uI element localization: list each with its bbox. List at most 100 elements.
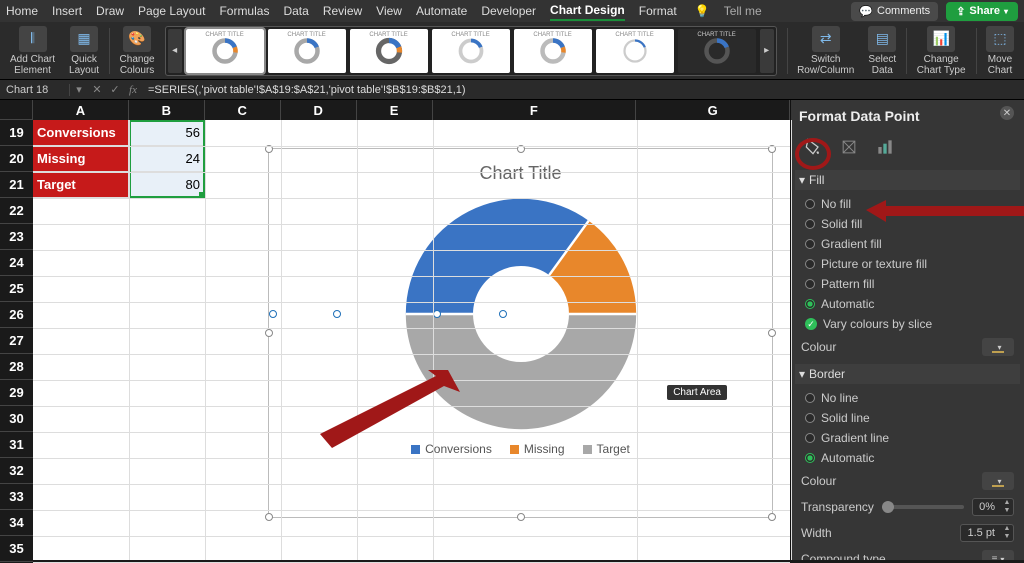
row-header-20[interactable]: 20 (0, 146, 33, 172)
tab-page-layout[interactable]: Page Layout (138, 2, 205, 20)
cell-grid[interactable]: Conversions 56 Missing 24 Target 80 Char… (33, 120, 790, 560)
row-header-33[interactable]: 33 (0, 484, 33, 510)
col-header-c[interactable]: C (205, 100, 281, 120)
fill-picture[interactable]: Picture or texture fill (799, 254, 1016, 274)
move-chart-button[interactable]: ⬚Move Chart (982, 24, 1018, 78)
col-header-g[interactable]: G (636, 100, 790, 120)
tab-review[interactable]: Review (323, 2, 362, 20)
border-no-line[interactable]: No line (799, 388, 1016, 408)
row-header-23[interactable]: 23 (0, 224, 33, 250)
tab-format[interactable]: Format (639, 2, 677, 20)
name-box[interactable]: Chart 18 (0, 84, 70, 96)
change-colours-button[interactable]: 🎨Change Colours (116, 24, 159, 78)
row-header-35[interactable]: 35 (0, 536, 33, 562)
row-header-30[interactable]: 30 (0, 406, 33, 432)
quick-layout-button[interactable]: ▦Quick Layout (65, 24, 103, 78)
cell-a19[interactable]: Conversions (33, 120, 129, 146)
fx-enter[interactable]: ✓ (106, 83, 124, 96)
share-button[interactable]: ⇪Share▾ (946, 2, 1018, 21)
row-header-31[interactable]: 31 (0, 432, 33, 458)
compound-type-picker[interactable]: ≡ (982, 550, 1014, 560)
tab-chart-design[interactable]: Chart Design (550, 1, 625, 21)
cell-b20[interactable]: 24 (129, 146, 205, 172)
effects-tab-icon[interactable] (837, 136, 861, 158)
datapoint-handle[interactable] (333, 310, 341, 318)
row-header-19[interactable]: 19 (0, 120, 33, 146)
border-colour-picker[interactable] (982, 472, 1014, 490)
fill-pattern[interactable]: Pattern fill (799, 274, 1016, 294)
panel-close-button[interactable]: ✕ (1000, 106, 1014, 120)
chart-style-7[interactable]: CHART TITLE (678, 29, 756, 73)
change-chart-type-button[interactable]: 📊Change Chart Type (913, 24, 970, 78)
tab-formulas[interactable]: Formulas (219, 2, 269, 20)
chart-style-6[interactable]: CHART TITLE (596, 29, 674, 73)
fill-colour-picker[interactable] (982, 338, 1014, 356)
tab-automate[interactable]: Automate (416, 2, 467, 20)
datapoint-handle[interactable] (269, 310, 277, 318)
fx-cancel[interactable]: ✕ (88, 83, 106, 96)
tab-home[interactable]: Home (6, 2, 38, 20)
chart-style-4[interactable]: CHART TITLE (432, 29, 510, 73)
chart-style-3[interactable]: CHART TITLE (350, 29, 428, 73)
vary-colours-checkbox[interactable]: ✓Vary colours by slice (799, 314, 1016, 334)
fill-automatic[interactable]: Automatic (799, 294, 1016, 314)
border-gradient[interactable]: Gradient line (799, 428, 1016, 448)
resize-handle-sw[interactable] (265, 513, 273, 521)
fill-section-header[interactable]: ▾Fill (795, 170, 1020, 190)
slice-target[interactable] (405, 314, 635, 429)
row-header-24[interactable]: 24 (0, 250, 33, 276)
legend-target[interactable]: Target (583, 442, 630, 456)
row-header-21[interactable]: 21 (0, 172, 33, 198)
row-header-28[interactable]: 28 (0, 354, 33, 380)
col-header-a[interactable]: A (33, 100, 129, 120)
chart-title[interactable]: Chart Title (269, 163, 772, 184)
worksheet[interactable]: ABCDEFG 19202122232425262728293031323334… (0, 100, 790, 560)
transparency-slider[interactable] (882, 505, 964, 509)
row-header-22[interactable]: 22 (0, 198, 33, 224)
tab-insert[interactable]: Insert (52, 2, 82, 20)
tab-developer[interactable]: Developer (481, 2, 536, 20)
cell-a21[interactable]: Target (33, 172, 129, 198)
tab-draw[interactable]: Draw (96, 2, 124, 20)
comments-button[interactable]: 💬Comments (851, 2, 938, 21)
legend-missing[interactable]: Missing (510, 442, 565, 456)
datapoint-handle[interactable] (433, 310, 441, 318)
cell-b19[interactable]: 56 (129, 120, 205, 146)
col-header-d[interactable]: D (281, 100, 357, 120)
formula-input[interactable]: =SERIES(,'pivot table'!$A$19:$A$21,'pivo… (142, 84, 1024, 96)
tellme[interactable]: Tell me (724, 2, 762, 20)
resize-handle-se[interactable] (768, 513, 776, 521)
col-header-e[interactable]: E (357, 100, 433, 120)
row-header-29[interactable]: 29 (0, 380, 33, 406)
add-chart-element-button[interactable]: 𝄃Add Chart Element (6, 24, 59, 78)
chart-style-1[interactable]: CHART TITLE (186, 29, 264, 73)
fill-solid[interactable]: Solid fill (799, 214, 1016, 234)
row-header-32[interactable]: 32 (0, 458, 33, 484)
select-all-corner[interactable] (0, 100, 33, 120)
chart-style-5[interactable]: CHART TITLE (514, 29, 592, 73)
row-header-27[interactable]: 27 (0, 328, 33, 354)
switch-row-column-button[interactable]: ⇄Switch Row/Column (793, 24, 858, 78)
cell-a20[interactable]: Missing (33, 146, 129, 172)
fill-gradient[interactable]: Gradient fill (799, 234, 1016, 254)
chart-style-2[interactable]: CHART TITLE (268, 29, 346, 73)
row-header-25[interactable]: 25 (0, 276, 33, 302)
series-options-tab-icon[interactable] (873, 136, 897, 158)
width-spinner[interactable]: 1.5 pt▲▼ (960, 524, 1014, 542)
resize-handle-s[interactable] (517, 513, 525, 521)
col-header-f[interactable]: F (433, 100, 637, 120)
fill-line-tab-icon[interactable] (801, 136, 825, 158)
row-header-34[interactable]: 34 (0, 510, 33, 536)
transparency-spinner[interactable]: 0%▲▼ (972, 498, 1014, 516)
col-header-b[interactable]: B (129, 100, 205, 120)
chart-object[interactable]: Chart Title (268, 148, 773, 518)
row-header-26[interactable]: 26 (0, 302, 33, 328)
border-solid[interactable]: Solid line (799, 408, 1016, 428)
gallery-prev[interactable]: ◂ (168, 29, 182, 73)
border-automatic[interactable]: Automatic (799, 448, 1016, 468)
cell-b21[interactable]: 80 (129, 172, 205, 198)
fx-icon[interactable]: fx (124, 84, 142, 96)
legend-conversions[interactable]: Conversions (411, 442, 492, 456)
tab-view[interactable]: View (376, 2, 402, 20)
fx-dropdown[interactable]: ▾ (70, 83, 88, 96)
